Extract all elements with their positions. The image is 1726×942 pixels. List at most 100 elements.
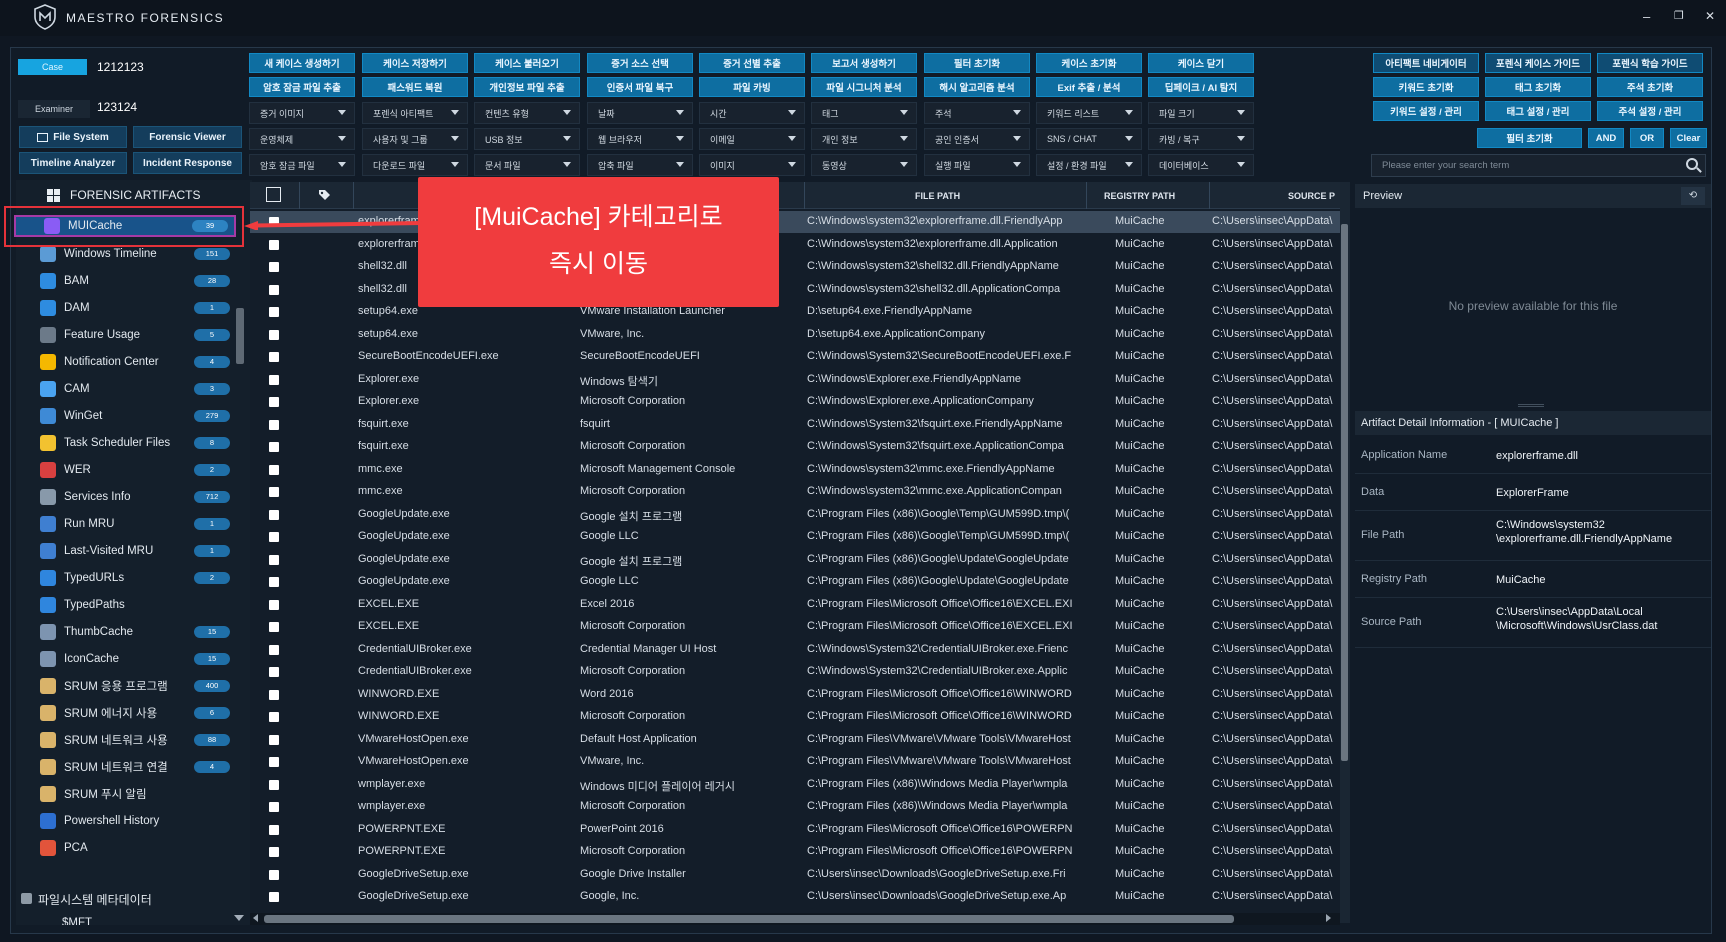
action-button-11[interactable]: 패스워드 복원 (362, 77, 468, 97)
minimize-button[interactable]: – (1643, 9, 1650, 24)
sidebar-item-powershell-history[interactable]: Powershell History (36, 809, 230, 833)
table-row[interactable]: Explorer.exe Windows 탐색기 C:\Windows\Explor… (250, 369, 1340, 391)
row-checkbox[interactable] (269, 869, 279, 880)
table-row[interactable]: wmplayer.exe Windows 미디어 플레이어 레거시 C:\Progr… (250, 774, 1340, 796)
row-checkbox[interactable] (269, 689, 279, 700)
row-checkbox[interactable] (269, 329, 279, 340)
action-button-13[interactable]: 인증서 파일 복구 (587, 77, 693, 97)
right-action-button-7[interactable]: 키워드 설정 / 관리 (1373, 101, 1479, 121)
sidebar-item-srum-네트워크-연결[interactable]: SRUM 네트워크 연결 4 (36, 755, 230, 779)
row-checkbox[interactable] (269, 487, 279, 497)
refresh-icon[interactable]: ⟲ (1681, 187, 1705, 205)
table-row[interactable]: VMwareHostOpen.exe Default Host Applicati… (250, 729, 1340, 751)
table-row[interactable]: GoogleUpdate.exe Google LLC C:\Program Fil… (250, 571, 1340, 593)
action-button-16[interactable]: 해시 알고리즘 분석 (924, 77, 1030, 97)
filter-dropdown-26[interactable]: 설정 / 환경 파일 (1036, 154, 1142, 176)
table-row[interactable]: WINWORD.EXE Word 2016 C:\Program Files\Mic… (250, 684, 1340, 706)
filter-dropdown-9[interactable]: 파일 크기 (1148, 102, 1254, 124)
filter-dropdown-27[interactable]: 데이터베이스 (1148, 154, 1254, 176)
timeline-analyzer-button[interactable]: Timeline Analyzer (19, 152, 127, 174)
filter-dropdown-3[interactable]: 컨텐츠 유형 (474, 102, 580, 124)
row-checkbox[interactable] (269, 532, 279, 542)
sidebar-item-bam[interactable]: BAM 28 (36, 269, 230, 293)
right-action-button-2[interactable]: 포렌식 케이스 가이드 (1485, 53, 1591, 73)
row-checkbox[interactable] (269, 554, 279, 565)
filter-dropdown-12[interactable]: USB 정보 (474, 128, 580, 150)
sidebar-item-srum-에너지-사용[interactable]: SRUM 에너지 사용 6 (36, 701, 230, 725)
close-button[interactable]: ✕ (1705, 9, 1715, 23)
search-input[interactable]: Please enter your search term (1371, 154, 1706, 177)
scroll-right-icon[interactable] (1326, 914, 1331, 922)
right-action-button-9[interactable]: 주석 설정 / 관리 (1597, 101, 1703, 121)
table-row[interactable]: setup64.exe VMware Installation Launcher D… (250, 301, 1340, 323)
sidebar-scrollbar[interactable] (236, 308, 244, 364)
sidebar-item-thumbcache[interactable]: ThumbCache 15 (36, 620, 230, 644)
filter-dropdown-5[interactable]: 시간 (699, 102, 805, 124)
row-checkbox[interactable] (269, 419, 279, 430)
sidebar-item-typedpaths[interactable]: TypedPaths (36, 593, 230, 617)
right-action-button-1[interactable]: 아티팩트 네비게이터 (1373, 53, 1479, 73)
or-button[interactable]: OR (1630, 128, 1664, 148)
right-action-button-3[interactable]: 포렌식 학습 가이드 (1597, 53, 1703, 73)
action-button-10[interactable]: 암호 잠금 파일 추출 (249, 77, 355, 97)
action-button-7[interactable]: 필터 초기화 (924, 53, 1030, 73)
action-button-4[interactable]: 증거 소스 선택 (587, 53, 693, 73)
table-row[interactable]: VMwareHostOpen.exe VMware, Inc. C:\Program… (250, 751, 1340, 773)
filter-dropdown-16[interactable]: 공인 인증서 (924, 128, 1030, 150)
action-button-17[interactable]: Exif 추출 / 분석 (1036, 77, 1142, 97)
row-checkbox[interactable] (269, 577, 279, 587)
table-row[interactable]: Explorer.exe Microsoft Corporation C:\Wind… (250, 391, 1340, 413)
sidebar-item-pca[interactable]: PCA (36, 836, 230, 860)
sidebar-item-cam[interactable]: CAM 3 (36, 377, 230, 401)
column-divider[interactable] (353, 182, 354, 209)
table-row[interactable]: shell32.dll C:\Windows\system32\shell32.d… (250, 279, 1340, 301)
sidebar-item-winget[interactable]: WinGet 279 (36, 404, 230, 428)
sidebar-item-dam[interactable]: DAM 1 (36, 296, 230, 320)
action-button-18[interactable]: 딥페이크 / AI 탐지 (1148, 77, 1254, 97)
table-row[interactable]: POWERPNT.EXE PowerPoint 2016 C:\Program Fi… (250, 819, 1340, 841)
sidebar-item-feature-usage[interactable]: Feature Usage 5 (36, 323, 230, 347)
sidebar-item-mft[interactable]: $MFT (62, 917, 92, 925)
table-row[interactable]: SecureBootEncodeUEFI.exe SecureBootEncode… (250, 346, 1340, 368)
column-file-path[interactable]: FILE PATH (915, 191, 960, 201)
row-checkbox[interactable] (269, 667, 279, 677)
right-action-button-8[interactable]: 태그 설정 / 관리 (1485, 101, 1591, 121)
action-button-1[interactable]: 새 케이스 생성하기 (249, 53, 355, 73)
row-checkbox[interactable] (269, 599, 279, 610)
filter-dropdown-1[interactable]: 증거 이미지 (249, 102, 355, 124)
row-checkbox[interactable] (269, 374, 279, 385)
table-row[interactable]: GoogleUpdate.exe Google LLC C:\Program Fil… (250, 526, 1340, 548)
right-action-button-6[interactable]: 주석 초기화 (1597, 77, 1703, 97)
filter-dropdown-2[interactable]: 포렌식 아티팩트 (362, 102, 468, 124)
row-checkbox[interactable] (269, 239, 279, 250)
filter-dropdown-18[interactable]: 카빙 / 복구 (1148, 128, 1254, 150)
table-row[interactable]: GoogleUpdate.exe Google 설치 프로그램 C:\Program… (250, 504, 1340, 526)
right-action-button-4[interactable]: 키워드 초기화 (1373, 77, 1479, 97)
scroll-left-icon[interactable] (253, 914, 258, 922)
row-checkbox[interactable] (269, 509, 279, 520)
table-row[interactable]: EXCEL.EXE Excel 2016 C:\Program Files\Micr… (250, 594, 1340, 616)
filter-dropdown-19[interactable]: 암호 잠금 파일 (249, 154, 355, 176)
row-checkbox[interactable] (269, 757, 279, 767)
column-divider[interactable] (1086, 182, 1087, 209)
table-row[interactable]: GoogleUpdate.exe Google 설치 프로그램 C:\Program… (250, 549, 1340, 571)
panel-splitter[interactable] (1518, 404, 1544, 407)
restore-button[interactable]: ❐ (1674, 9, 1684, 22)
filter-dropdown-14[interactable]: 이메일 (699, 128, 805, 150)
filter-dropdown-25[interactable]: 실행 파일 (924, 154, 1030, 176)
column-divider[interactable] (804, 182, 805, 209)
table-row[interactable]: POWERPNT.EXE Microsoft Corporation C:\Prog… (250, 841, 1340, 863)
row-checkbox[interactable] (269, 442, 279, 452)
column-divider[interactable] (1209, 182, 1210, 209)
row-checkbox[interactable] (269, 622, 279, 632)
action-button-9[interactable]: 케이스 닫기 (1148, 53, 1254, 73)
sidebar-item-srum-네트워크-사용[interactable]: SRUM 네트워크 사용 88 (36, 728, 230, 752)
action-button-14[interactable]: 파일 카빙 (699, 77, 805, 97)
table-row[interactable]: WINWORD.EXE Microsoft Corporation C:\Progr… (250, 706, 1340, 728)
row-checkbox[interactable] (269, 824, 279, 835)
sidebar-item-notification-center[interactable]: Notification Center 4 (36, 350, 230, 374)
table-horizontal-scroll-thumb[interactable] (264, 915, 1234, 923)
table-row[interactable]: setup64.exe VMware, Inc. D:\setup64.exe.Ap… (250, 324, 1340, 346)
search-icon[interactable] (1686, 158, 1698, 170)
table-row[interactable]: GoogleDriveSetup.exe Google Drive Install… (250, 864, 1340, 886)
